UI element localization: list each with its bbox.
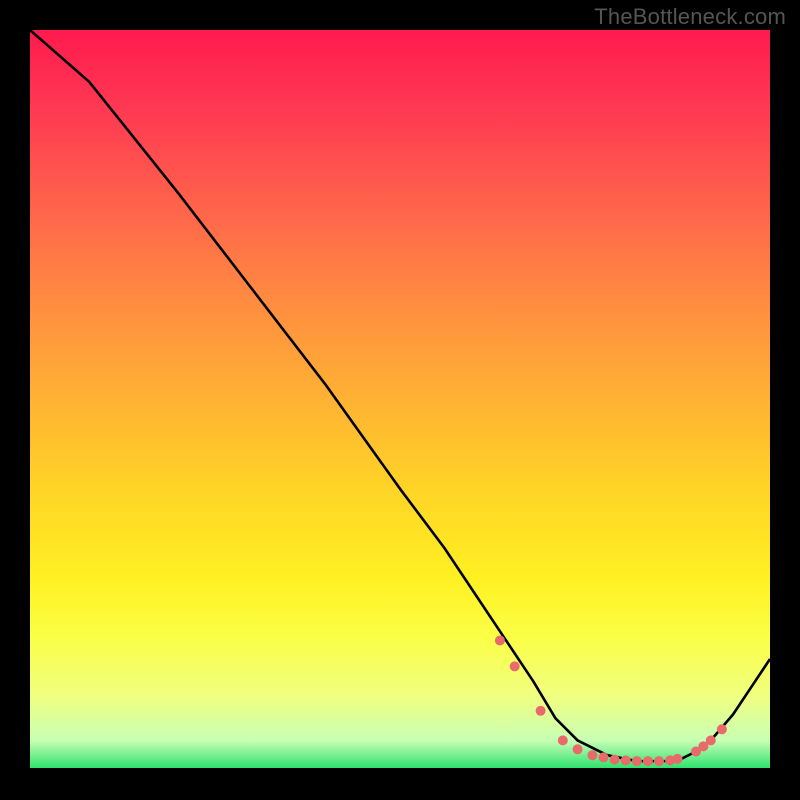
- valley-marker-dot: [510, 661, 520, 671]
- valley-marker-dot: [599, 752, 609, 762]
- valley-marker-dot: [717, 724, 727, 734]
- valley-marker-dot: [536, 706, 546, 716]
- valley-marker-dot: [654, 756, 664, 766]
- valley-marker-dot: [706, 735, 716, 745]
- watermark-text: TheBottleneck.com: [594, 4, 786, 30]
- valley-marker-dot: [573, 744, 583, 754]
- y-axis-line: [28, 30, 30, 770]
- valley-marker-dot: [643, 756, 653, 766]
- chart-stage: TheBottleneck.com: [0, 0, 800, 800]
- valley-marker-dot: [632, 756, 642, 766]
- valley-marker-dot: [621, 755, 631, 765]
- valley-marker-dot: [587, 750, 597, 760]
- plot-area: [30, 30, 770, 770]
- chart-overlay: [30, 30, 770, 770]
- valley-marker-dot: [558, 735, 568, 745]
- x-axis-line: [30, 768, 770, 770]
- valley-markers: [495, 636, 727, 767]
- valley-marker-dot: [610, 755, 620, 765]
- valley-marker-dot: [495, 636, 505, 646]
- valley-marker-dot: [673, 754, 683, 764]
- series-line: [30, 30, 770, 761]
